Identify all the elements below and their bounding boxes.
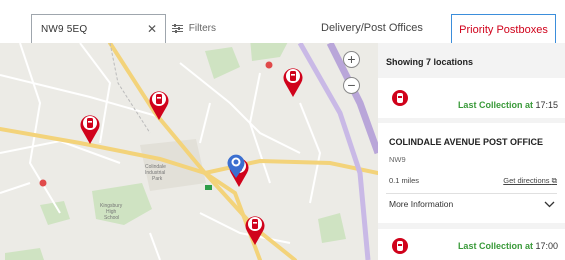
map-canvas: Colindale Industrial Park Kingsbury High… (0, 43, 378, 260)
divider (386, 193, 557, 194)
postbox-marker-icon[interactable] (148, 89, 170, 121)
postbox-marker-icon[interactable] (79, 113, 101, 145)
svg-text:Park: Park (152, 176, 163, 182)
external-link-icon: ⧉ (551, 176, 557, 185)
location-marker-icon[interactable] (226, 153, 246, 179)
filters-button[interactable]: Filters (172, 23, 216, 34)
results-count: Showing 7 locations (386, 57, 474, 67)
zoom-in-button[interactable]: + (343, 51, 360, 68)
last-collection-label: Last Collection at (457, 241, 533, 251)
search-value: NW9 5EQ (41, 24, 88, 35)
distance: 0.1 miles (389, 176, 420, 185)
map-view[interactable]: Colindale Industrial Park Kingsbury High… (0, 43, 378, 260)
tab-priority-postboxes[interactable]: Priority Postboxes (451, 14, 556, 46)
svg-text:School: School (104, 215, 119, 221)
results-panel: Showing 7 locations Last Collection at 1… (378, 43, 565, 260)
last-collection: Last Collection at 17:15 (458, 100, 558, 110)
more-information-toggle[interactable]: More Information (389, 199, 453, 209)
search-input[interactable]: NW9 5EQ ✕ (31, 14, 166, 46)
get-directions-label: Get directions (503, 176, 550, 185)
postbox-icon (392, 238, 408, 254)
postbox-marker-icon[interactable] (282, 66, 304, 98)
post-office-card[interactable]: COLINDALE AVENUE POST OFFICE NW9 0.1 mil… (378, 123, 565, 223)
sliders-icon (172, 23, 183, 33)
last-collection-label: Last Collection at (457, 100, 533, 110)
top-bar: NW9 5EQ ✕ Filters Delivery/Post Offices … (0, 0, 565, 46)
last-collection: Last Collection at 17:00 (458, 241, 558, 251)
list-item[interactable]: Last Collection at 17:15 (378, 78, 565, 118)
postbox-marker-icon[interactable] (244, 214, 266, 246)
list-item[interactable]: Last Collection at 17:00 (378, 229, 565, 260)
get-directions-link[interactable]: Get directions ⧉ (503, 176, 557, 186)
zoom-out-button[interactable]: − (343, 77, 360, 94)
last-collection-time: 17:15 (535, 100, 558, 110)
filters-label: Filters (188, 23, 217, 34)
post-office-postcode: NW9 (389, 155, 406, 164)
chevron-down-icon[interactable] (544, 201, 555, 208)
last-collection-time: 17:00 (535, 241, 558, 251)
close-icon[interactable]: ✕ (147, 22, 157, 36)
tab-delivery-post-offices[interactable]: Delivery/Post Offices (321, 22, 423, 34)
postbox-icon (392, 90, 408, 106)
post-office-name: COLINDALE AVENUE POST OFFICE (389, 137, 544, 147)
